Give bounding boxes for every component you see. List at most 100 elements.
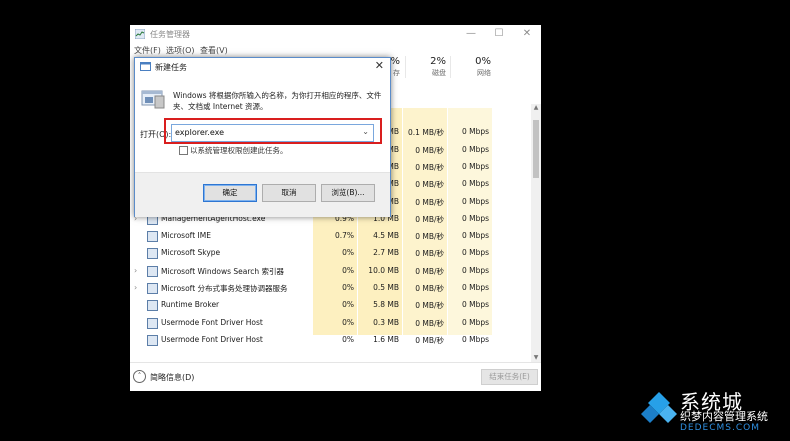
process-mem: 1.6 MB bbox=[373, 334, 399, 344]
expand-chevron-icon[interactable]: › bbox=[134, 283, 137, 292]
process-net: 0 Mbps bbox=[461, 213, 489, 223]
scroll-up-icon[interactable]: ▲ bbox=[531, 104, 541, 112]
process-disk: 0 MB/秒 bbox=[415, 145, 444, 155]
end-task-button[interactable]: 结束任务(E) bbox=[481, 369, 538, 385]
process-icon bbox=[147, 334, 158, 346]
table-row[interactable]: Runtime Broker 0% 5.8 MB 0 MB/秒 0 Mbps bbox=[130, 296, 532, 313]
process-net: 0 Mbps bbox=[461, 317, 489, 327]
process-net: 0 Mbps bbox=[461, 300, 489, 310]
process-disk: 0 MB/秒 bbox=[415, 301, 444, 311]
process-net: 0 Mbps bbox=[461, 161, 489, 171]
process-name: Microsoft Windows Search 索引器 bbox=[161, 266, 285, 276]
process-icon bbox=[147, 300, 158, 312]
ok-button[interactable]: 确定 bbox=[203, 184, 257, 202]
process-mem: 0.5 MB bbox=[373, 283, 399, 292]
process-cpu: 0% bbox=[342, 300, 354, 310]
process-cpu: 0% bbox=[342, 334, 354, 344]
watermark: 系统城 织梦内容管理系统 DEDECMS.COM bbox=[640, 384, 790, 441]
dialog-close-icon[interactable]: ✕ bbox=[375, 59, 384, 72]
process-net: 0 Mbps bbox=[461, 283, 489, 292]
admin-checkbox-label: 以系统管理权限创建此任务。 bbox=[190, 146, 288, 155]
process-mem: 0.3 MB bbox=[373, 317, 399, 327]
process-cpu: 0.7% bbox=[334, 231, 354, 241]
process-cpu: 0% bbox=[342, 317, 354, 327]
process-disk: 0 MB/秒 bbox=[415, 232, 444, 242]
process-disk: 0 MB/秒 bbox=[415, 249, 444, 259]
close-icon[interactable]: ✕ bbox=[514, 27, 540, 41]
process-icon bbox=[147, 283, 158, 294]
dialog-title: 新建任务 bbox=[155, 63, 187, 72]
disk-percent: 2% bbox=[430, 56, 446, 67]
disk-column-header[interactable]: 2% 磁盘 bbox=[405, 56, 446, 78]
process-name: Microsoft IME bbox=[161, 231, 211, 241]
process-icon bbox=[147, 231, 158, 243]
process-net: 0 Mbps bbox=[461, 248, 489, 258]
minimize-icon[interactable]: — bbox=[458, 27, 484, 41]
scroll-down-icon[interactable]: ▼ bbox=[531, 354, 541, 362]
process-disk: 0 MB/秒 bbox=[415, 180, 444, 190]
process-disk: 0 MB/秒 bbox=[415, 214, 444, 224]
process-cpu: 0% bbox=[342, 283, 354, 292]
cancel-button[interactable]: 取消 bbox=[262, 184, 316, 202]
watermark-line3: DEDECMS.COM bbox=[680, 423, 760, 433]
process-name: Usermode Font Driver Host bbox=[161, 317, 263, 327]
table-row[interactable]: › Microsoft 分布式事务处理协调器服务 0% 0.5 MB 0 MB/秒 0 M… bbox=[130, 279, 532, 296]
process-mem: 10.0 MB bbox=[368, 265, 399, 275]
table-row[interactable]: Microsoft IME 0.7% 4.5 MB 0 MB/秒 0 Mbps bbox=[130, 227, 532, 244]
expand-chevron-icon[interactable]: › bbox=[134, 266, 137, 275]
process-mem: 2.7 MB bbox=[373, 248, 399, 258]
run-program-icon bbox=[141, 90, 165, 109]
fewer-details-link[interactable]: 简略信息(D) bbox=[150, 372, 194, 383]
process-mem: 4.5 MB bbox=[373, 231, 399, 241]
process-icon bbox=[147, 317, 158, 329]
process-net: 0 Mbps bbox=[461, 231, 489, 241]
window-title: 任务管理器 bbox=[150, 30, 190, 39]
menu-options[interactable]: 选项(O) bbox=[166, 45, 195, 56]
process-icon bbox=[147, 248, 158, 260]
process-icon bbox=[147, 265, 158, 277]
process-net: 0 Mbps bbox=[461, 127, 489, 137]
process-disk: 0 MB/秒 bbox=[415, 318, 444, 328]
process-name: Usermode Font Driver Host bbox=[161, 334, 263, 344]
watermark-line2: 织梦内容管理系统 bbox=[680, 410, 768, 423]
admin-checkbox[interactable] bbox=[179, 146, 188, 155]
process-net: 0 Mbps bbox=[461, 179, 489, 189]
browse-button[interactable]: 浏览(B)... bbox=[321, 184, 375, 202]
menu-view[interactable]: 查看(V) bbox=[200, 45, 228, 56]
process-name: Runtime Broker bbox=[161, 300, 220, 310]
process-name: Microsoft Skype bbox=[161, 248, 221, 258]
process-net: 0 Mbps bbox=[461, 144, 489, 154]
process-mem: 5.8 MB bbox=[373, 300, 399, 310]
process-net: 0 Mbps bbox=[461, 196, 489, 206]
network-label: 网络 bbox=[477, 69, 491, 77]
highlight-box bbox=[164, 118, 382, 144]
process-disk: 0 MB/秒 bbox=[415, 284, 444, 293]
watermark-logo-icon bbox=[641, 392, 677, 423]
disk-label: 磁盘 bbox=[432, 69, 446, 77]
process-cpu: 0% bbox=[342, 248, 354, 258]
table-row[interactable]: Microsoft Skype 0% 2.7 MB 0 MB/秒 0 Mbps bbox=[130, 244, 532, 261]
process-disk: 0 MB/秒 bbox=[415, 162, 444, 172]
process-name: Microsoft 分布式事务处理协调器服务 bbox=[161, 284, 288, 293]
maximize-icon[interactable]: ☐ bbox=[486, 27, 512, 41]
task-manager-icon bbox=[135, 29, 145, 39]
process-disk: 0 MB/秒 bbox=[415, 266, 444, 276]
scrollbar-thumb[interactable] bbox=[533, 120, 539, 178]
table-row[interactable]: Usermode Font Driver Host 0% 0.3 MB 0 MB/秒 0… bbox=[130, 314, 532, 331]
scrollbar[interactable]: ▲ ▼ bbox=[531, 104, 541, 362]
dialog-description: Windows 将根据你所输入的名称，为你打开相应的程序、文件夹、文档或 Int… bbox=[173, 91, 382, 111]
table-row[interactable]: Usermode Font Driver Host 0% 1.6 MB 0 MB/秒 0… bbox=[130, 331, 532, 348]
task-manager-footer: ˄ 简略信息(D) 结束任务(E) bbox=[130, 362, 541, 391]
title-bar[interactable]: 任务管理器 — ☐ ✕ bbox=[130, 25, 541, 43]
run-icon bbox=[140, 62, 151, 71]
menu-file[interactable]: 文件(F) bbox=[134, 45, 161, 56]
table-row[interactable]: › Microsoft Windows Search 索引器 0% 10.0 MB 0 … bbox=[130, 262, 532, 279]
network-percent: 0% bbox=[475, 56, 491, 67]
process-net: 0 Mbps bbox=[461, 334, 489, 344]
process-cpu: 0% bbox=[342, 265, 354, 275]
process-disk: 0.1 MB/秒 bbox=[408, 128, 444, 138]
network-column-header[interactable]: 0% 网络 bbox=[450, 56, 491, 78]
chevron-up-icon[interactable]: ˄ bbox=[133, 370, 146, 383]
process-disk: 0 MB/秒 bbox=[415, 197, 444, 207]
process-disk: 0 MB/秒 bbox=[415, 335, 444, 345]
